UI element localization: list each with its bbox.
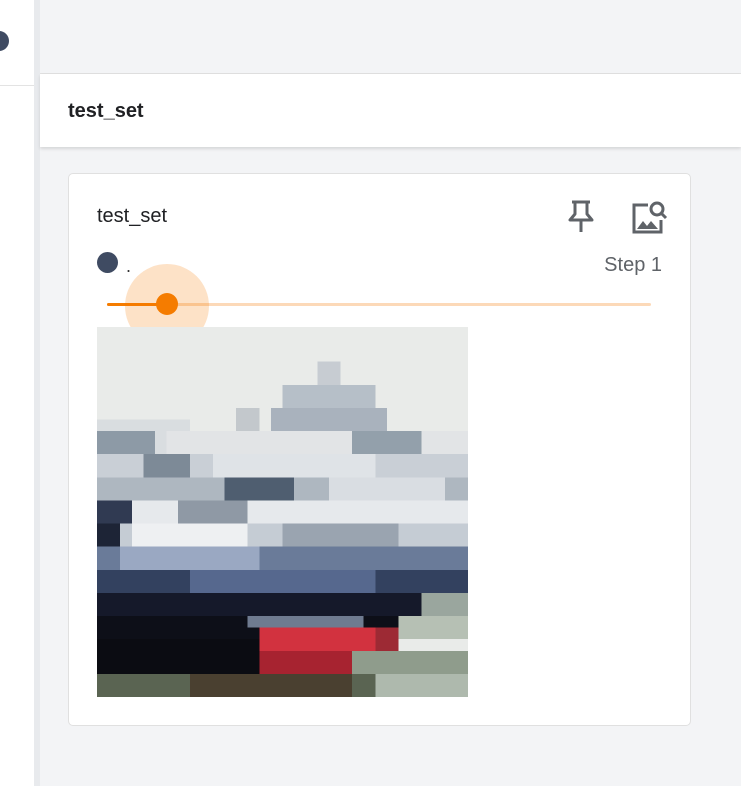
inspect-image-button[interactable] [630, 198, 668, 236]
sidebar [0, 0, 35, 786]
run-color-dot [97, 252, 118, 273]
image-search-icon [632, 201, 668, 234]
group-header[interactable]: test_set [40, 74, 741, 147]
pin-icon [568, 200, 594, 232]
toolbar-area [40, 0, 741, 74]
card-title: test_set [97, 205, 168, 227]
group-title: test_set [68, 100, 144, 122]
sidebar-divider [0, 85, 34, 86]
image-card: test_set . Step 1 [68, 173, 691, 726]
run-color-dot[interactable] [0, 31, 9, 51]
sample-image [97, 327, 468, 697]
step-slider[interactable] [107, 264, 651, 348]
run-name: . [126, 256, 132, 276]
slider-thumb[interactable] [156, 293, 178, 315]
step-label: Step 1 [604, 254, 662, 276]
pin-button[interactable] [563, 198, 599, 234]
